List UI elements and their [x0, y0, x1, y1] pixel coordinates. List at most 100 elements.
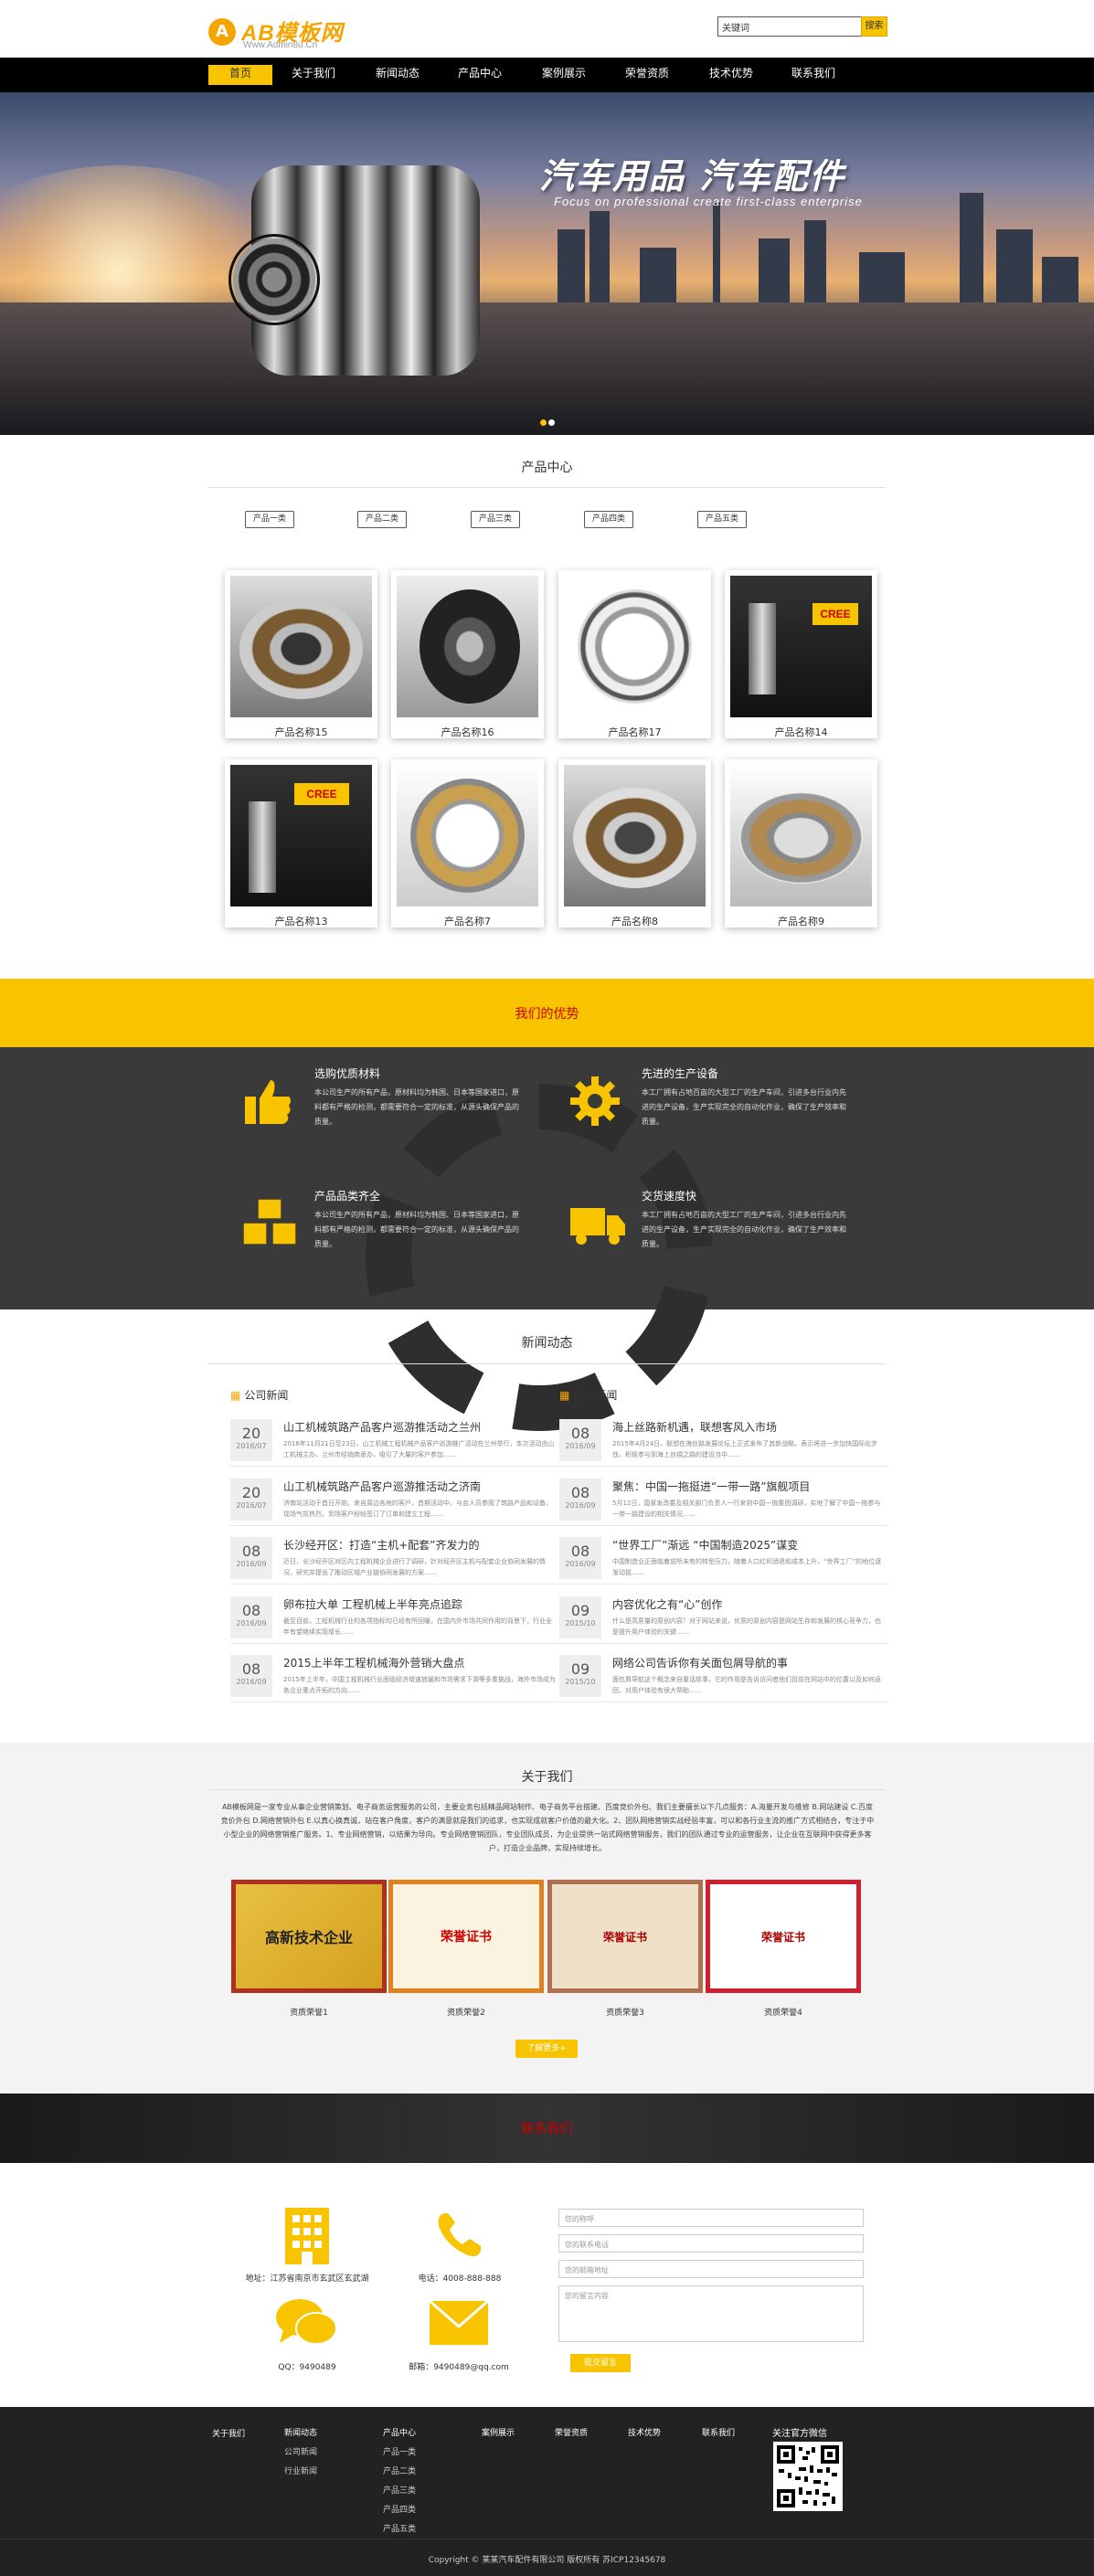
- news-headline: “世界工厂”渐远 “中国制造2025”谋变: [612, 1539, 799, 1552]
- news-item[interactable]: 09 2015/10 内容优化之有“心”创作什么是高质量的原创内容？对于网站来说，优…: [559, 1591, 888, 1644]
- footer-link[interactable]: 产品三类: [383, 2484, 438, 2496]
- footer-link[interactable]: 产品四类: [383, 2503, 438, 2515]
- news-headline: 卵布拉大单 工程机械上半年亮点追踪: [283, 1598, 462, 1611]
- message-field[interactable]: 您的留言内容: [558, 2285, 864, 2342]
- news-summary: 中国制造业正面临着前所未有的转型压力，随着人口红利消退和成本上升，“世界工厂”的…: [612, 1558, 882, 1576]
- news-item[interactable]: 09 2015/10 网络公司告诉你有关面包屑导航的事 面包屑导航这个概念来自童话故事…: [559, 1649, 888, 1702]
- name-field[interactable]: 您的称呼: [558, 2209, 864, 2227]
- footer-heading[interactable]: 荣誉资质: [555, 2426, 610, 2438]
- news-summary: 2015年上半年，中国工程机械行业面临经济增速放缓和市场需求下滑等多重挑战，海外…: [283, 1676, 556, 1694]
- product-card[interactable]: 产品名称7: [391, 759, 544, 928]
- news-item[interactable]: 08 2016/09 海上丝路新机遇，联想客风入市场 2015年4月24日，联想在海丝…: [559, 1414, 888, 1467]
- certificate[interactable]: 荣誉证书: [706, 1880, 861, 1993]
- certificate[interactable]: 荣誉证书: [547, 1880, 703, 1993]
- footer-heading[interactable]: 产品中心: [383, 2426, 438, 2438]
- banner-road: [0, 302, 1094, 435]
- news-item[interactable]: 08 2016/09 聚焦：中国一拖挺进“一带一路”旗舰项目 5月12日，国家发改委及…: [559, 1473, 888, 1526]
- learn-more-button[interactable]: 了解更多+: [515, 2040, 578, 2058]
- nav-honors[interactable]: 荣誉资质: [615, 65, 679, 85]
- news-summary: 5月12日，国家发改委及相关部门负责人一行来到中国一拖集团调研，实地了解了中国一…: [612, 1500, 881, 1518]
- nav-contact[interactable]: 联系我们: [781, 65, 845, 85]
- product-category-2[interactable]: 产品二类: [357, 511, 407, 528]
- thumbs-up-icon: [239, 1073, 296, 1129]
- footer-link[interactable]: 产品五类: [383, 2522, 438, 2534]
- nav-cases[interactable]: 案例展示: [532, 65, 596, 85]
- news-summary: 济南站活动于首日开始，来自周边各地的客户，首期活动中，与会人员参观了筑路产品和设…: [283, 1500, 552, 1518]
- news-date: 08 2016/09: [230, 1655, 272, 1697]
- product-name: 产品名称13: [274, 916, 328, 928]
- news-date: 20 2016/07: [230, 1419, 272, 1461]
- company-news-heading[interactable]: ▦ 公司新闻: [230, 1387, 288, 1403]
- news-item[interactable]: 08 2016/09 2015上半年工程机械海外营销大盘点 2015年上半年，中国工程…: [230, 1649, 559, 1702]
- product-card[interactable]: 产品名称9: [725, 759, 877, 928]
- nav-products[interactable]: 产品中心: [448, 65, 512, 85]
- product-name: 产品名称14: [774, 726, 828, 738]
- nav-tech[interactable]: 技术优势: [699, 65, 763, 85]
- footer-link[interactable]: 产品二类: [383, 2465, 438, 2476]
- product-category-1[interactable]: 产品一类: [245, 511, 294, 528]
- logo-mark: A: [208, 18, 236, 46]
- advantage-item: 选购优质材料 本公司生产的所有产品，原材料均为韩国、日本等国家进口，原料都有严格…: [239, 1065, 550, 1157]
- news-headline: 海上丝路新机遇，联想客风入市场: [612, 1421, 778, 1434]
- banner-dot[interactable]: [548, 419, 555, 426]
- footer-heading[interactable]: 技术优势: [628, 2426, 683, 2438]
- nav-news[interactable]: 新闻动态: [366, 65, 430, 85]
- footer-heading[interactable]: 新闻动态: [284, 2426, 339, 2438]
- industry-news-heading[interactable]: ▦ 行业新闻: [559, 1387, 617, 1403]
- advantage-text: 本公司生产的所有产品，原材料均为韩国、日本等国家进口，原料都有严格的检测，都需要…: [314, 1211, 519, 1248]
- news-summary: 什么是高质量的原创内容？对于网站来说，优质的原创内容是网站生存和发展的核心竞争力…: [612, 1617, 881, 1636]
- submit-button[interactable]: 提交留言: [570, 2354, 631, 2372]
- contact-phone: 电话：4008-888-888: [418, 2274, 502, 2284]
- hero-banner: [0, 92, 1094, 435]
- advantage-title: 先进的生产设备: [642, 1067, 719, 1080]
- footer-heading[interactable]: 联系我们: [702, 2426, 757, 2438]
- news-headline: 长沙经开区：打造“主机+配套”齐发力的: [283, 1539, 480, 1552]
- product-card[interactable]: 产品名称15: [225, 570, 377, 738]
- nav-about[interactable]: 关于我们: [281, 65, 345, 85]
- advantage-text: 本工厂拥有占地百亩的大型工厂的生产车间，引进多台行业内先进的生产设备，生产实现完…: [642, 1211, 846, 1248]
- news-item[interactable]: 20 2016/07 山工机械筑路产品客户巡游推活动之济南 济南站活动于首日开始，来自…: [230, 1473, 559, 1526]
- contact-email: 邮箱：9490489@qq.com: [409, 2363, 509, 2372]
- news-summary: 截至目前，工程机械行业的各项指标均已经有所回暖，在国内外市场共同作用的背景下，行…: [283, 1617, 552, 1636]
- product-name: 产品名称15: [274, 726, 328, 738]
- news-item[interactable]: 08 2016/09 卵布拉大单 工程机械上半年亮点追踪截至目前，工程机械行业的各项…: [230, 1591, 559, 1644]
- certificate[interactable]: 高新技术企业: [231, 1880, 387, 1993]
- phone-icon: [433, 2210, 484, 2263]
- contact-title: 联系我们: [521, 2122, 573, 2136]
- news-date: 08 2016/09: [230, 1596, 272, 1638]
- footer-heading[interactable]: 案例展示: [482, 2426, 536, 2438]
- news-date: 09 2015/10: [559, 1596, 601, 1638]
- footer-link[interactable]: 公司新闻: [284, 2445, 339, 2457]
- search-button[interactable]: 搜索: [861, 16, 887, 37]
- footer-link[interactable]: 行业新闻: [284, 2465, 339, 2476]
- certificate[interactable]: 荣誉证书: [388, 1880, 544, 1993]
- product-card[interactable]: 产品名称17: [558, 570, 711, 738]
- news-headline: 山工机械筑路产品客户巡游推活动之济南: [283, 1480, 482, 1493]
- building-icon: [285, 2208, 329, 2267]
- advantage-title: 选购优质材料: [314, 1067, 381, 1080]
- footer-heading[interactable]: 关于我们: [212, 2430, 245, 2439]
- product-category-3[interactable]: 产品三类: [471, 511, 520, 528]
- phone-field[interactable]: 您的联系电话: [558, 2234, 864, 2253]
- product-image: [564, 576, 706, 717]
- product-card[interactable]: 产品名称16: [391, 570, 544, 738]
- product-category-4[interactable]: 产品四类: [584, 511, 633, 528]
- news-date: 08 2016/09: [559, 1479, 601, 1521]
- product-card[interactable]: 产品名称8: [558, 759, 711, 928]
- nav-home[interactable]: 首页: [208, 65, 272, 85]
- news-headline: 内容优化之有“心”创作: [612, 1598, 723, 1611]
- email-field[interactable]: 您的邮箱地址: [558, 2260, 864, 2278]
- news-item[interactable]: 08 2016/09 “世界工厂”渐远 “中国制造2025”谋变 中国制造业正面临着前…: [559, 1532, 888, 1585]
- news-item[interactable]: 08 2016/09 长沙经开区：打造“主机+配套”齐发力的 近日，长沙经开区对区内工…: [230, 1532, 559, 1585]
- about-text: AB模板网是一家专业从事企业营销策划、电子商务运营服务的公司，主要业务包括精品网…: [220, 1803, 875, 1852]
- footer-link[interactable]: 产品一类: [383, 2445, 438, 2457]
- product-image: [564, 765, 706, 906]
- product-category-5[interactable]: 产品五类: [697, 511, 747, 528]
- site-logo[interactable]: A AB模板网 Www.Admin8u.Cn: [208, 13, 419, 55]
- product-card[interactable]: CREE 产品名称14: [725, 570, 877, 738]
- product-name: 产品名称8: [611, 916, 658, 928]
- news-item[interactable]: 20 2016/07 山工机械筑路产品客户巡游推活动之兰州 2016年11月21日至2…: [230, 1414, 559, 1467]
- product-card[interactable]: CREE 产品名称13: [225, 759, 377, 928]
- product-name: 产品名称16: [441, 726, 494, 738]
- banner-dot-active[interactable]: [540, 419, 547, 426]
